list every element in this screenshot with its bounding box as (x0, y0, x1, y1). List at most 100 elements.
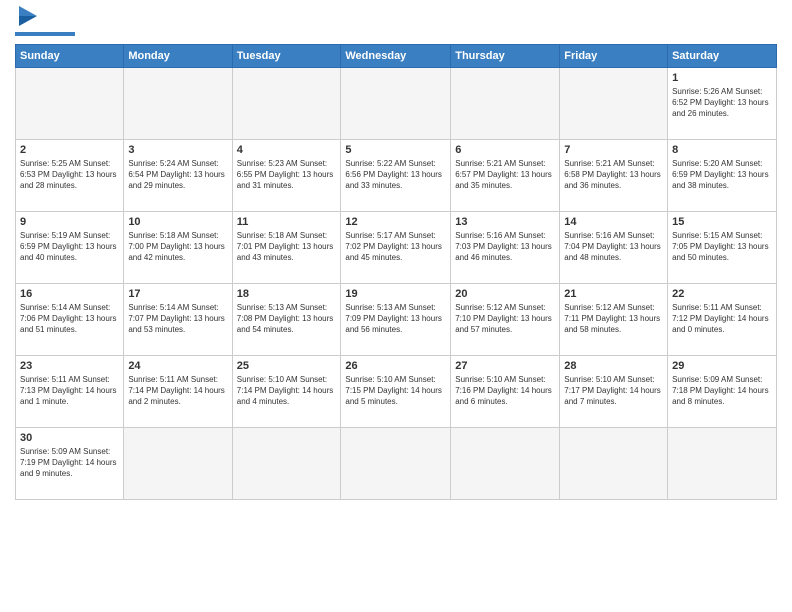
calendar-cell: 23 Sunrise: 5:11 AM Sunset: 7:13 PM Dayli… (16, 356, 124, 428)
calendar-cell: 30Sunrise: 5:09 AM Sunset: 7:19 PM Dayli… (16, 428, 124, 500)
day-info: Sunrise: 5:10 AM Sunset: 7:14 PM Dayligh… (237, 375, 337, 407)
day-number: 29 (672, 359, 772, 373)
day-number: 4 (237, 143, 337, 157)
calendar-week-4: 23 Sunrise: 5:11 AM Sunset: 7:13 PM Dayli… (16, 356, 777, 428)
calendar-header-row: SundayMondayTuesdayWednesdayThursdayFrid… (16, 45, 777, 68)
calendar-cell: 28Sunrise: 5:10 AM Sunset: 7:17 PM Dayli… (560, 356, 668, 428)
calendar-cell: 25 Sunrise: 5:10 AM Sunset: 7:14 PM Dayli… (232, 356, 341, 428)
calendar-cell: 19 Sunrise: 5:13 AM Sunset: 7:09 PM Dayli… (341, 284, 451, 356)
calendar-cell (668, 428, 777, 500)
calendar-cell (124, 428, 232, 500)
calendar-cell: 29 Sunrise: 5:09 AM Sunset: 7:18 PM Dayli… (668, 356, 777, 428)
day-number: 9 (20, 215, 119, 229)
calendar-cell: 6Sunrise: 5:21 AM Sunset: 6:57 PM Daylig… (451, 140, 560, 212)
day-number: 26 (345, 359, 446, 373)
day-number: 25 (237, 359, 337, 373)
calendar-cell: 21Sunrise: 5:12 AM Sunset: 7:11 PM Dayli… (560, 284, 668, 356)
day-info: Sunrise: 5:21 AM Sunset: 6:57 PM Dayligh… (455, 159, 555, 191)
calendar-cell (560, 428, 668, 500)
calendar-cell: 10Sunrise: 5:18 AM Sunset: 7:00 PM Dayli… (124, 212, 232, 284)
day-number: 7 (564, 143, 663, 157)
calendar-cell: 20 Sunrise: 5:12 AM Sunset: 7:10 PM Dayli… (451, 284, 560, 356)
col-header-sunday: Sunday (16, 45, 124, 68)
calendar-week-0: 1Sunrise: 5:26 AM Sunset: 6:52 PM Daylig… (16, 68, 777, 140)
day-number: 10 (128, 215, 227, 229)
calendar-cell (16, 68, 124, 140)
day-info: Sunrise: 5:24 AM Sunset: 6:54 PM Dayligh… (128, 159, 227, 191)
calendar-cell (451, 428, 560, 500)
day-info: Sunrise: 5:11 AM Sunset: 7:12 PM Dayligh… (672, 303, 772, 335)
day-number: 8 (672, 143, 772, 157)
header (15, 10, 777, 36)
logo (15, 10, 75, 36)
calendar-week-5: 30Sunrise: 5:09 AM Sunset: 7:19 PM Dayli… (16, 428, 777, 500)
day-number: 30 (20, 431, 119, 445)
calendar-cell (232, 428, 341, 500)
logo-underline (15, 32, 75, 36)
calendar-cell: 18 Sunrise: 5:13 AM Sunset: 7:08 PM Dayli… (232, 284, 341, 356)
calendar-cell: 3Sunrise: 5:24 AM Sunset: 6:54 PM Daylig… (124, 140, 232, 212)
calendar-cell: 13Sunrise: 5:16 AM Sunset: 7:03 PM Dayli… (451, 212, 560, 284)
day-info: Sunrise: 5:12 AM Sunset: 7:10 PM Dayligh… (455, 303, 555, 335)
calendar-cell: 22Sunrise: 5:11 AM Sunset: 7:12 PM Dayli… (668, 284, 777, 356)
day-info: Sunrise: 5:22 AM Sunset: 6:56 PM Dayligh… (345, 159, 446, 191)
day-info: Sunrise: 5:13 AM Sunset: 7:09 PM Dayligh… (345, 303, 446, 335)
day-info: Sunrise: 5:14 AM Sunset: 7:06 PM Dayligh… (20, 303, 119, 335)
calendar-cell: 27Sunrise: 5:10 AM Sunset: 7:16 PM Dayli… (451, 356, 560, 428)
page: SundayMondayTuesdayWednesdayThursdayFrid… (0, 0, 792, 612)
calendar-cell: 2 Sunrise: 5:25 AM Sunset: 6:53 PM Daylig… (16, 140, 124, 212)
day-info: Sunrise: 5:14 AM Sunset: 7:07 PM Dayligh… (128, 303, 227, 335)
calendar-cell: 7 Sunrise: 5:21 AM Sunset: 6:58 PM Daylig… (560, 140, 668, 212)
calendar-cell (124, 68, 232, 140)
calendar-cell (341, 428, 451, 500)
day-number: 19 (345, 287, 446, 301)
day-info: Sunrise: 5:21 AM Sunset: 6:58 PM Dayligh… (564, 159, 663, 191)
day-info: Sunrise: 5:13 AM Sunset: 7:08 PM Dayligh… (237, 303, 337, 335)
calendar-cell (232, 68, 341, 140)
calendar-cell: 5 Sunrise: 5:22 AM Sunset: 6:56 PM Daylig… (341, 140, 451, 212)
day-number: 24 (128, 359, 227, 373)
calendar-cell: 11 Sunrise: 5:18 AM Sunset: 7:01 PM Dayli… (232, 212, 341, 284)
calendar-cell: 14Sunrise: 5:16 AM Sunset: 7:04 PM Dayli… (560, 212, 668, 284)
day-number: 15 (672, 215, 772, 229)
day-number: 11 (237, 215, 337, 229)
day-number: 23 (20, 359, 119, 373)
day-info: Sunrise: 5:19 AM Sunset: 6:59 PM Dayligh… (20, 231, 119, 263)
day-info: Sunrise: 5:10 AM Sunset: 7:15 PM Dayligh… (345, 375, 446, 407)
day-info: Sunrise: 5:18 AM Sunset: 7:01 PM Dayligh… (237, 231, 337, 263)
day-number: 16 (20, 287, 119, 301)
day-info: Sunrise: 5:15 AM Sunset: 7:05 PM Dayligh… (672, 231, 772, 263)
col-header-saturday: Saturday (668, 45, 777, 68)
calendar-cell: 15 Sunrise: 5:15 AM Sunset: 7:05 PM Dayli… (668, 212, 777, 284)
col-header-tuesday: Tuesday (232, 45, 341, 68)
calendar-cell (451, 68, 560, 140)
day-number: 2 (20, 143, 119, 157)
day-number: 17 (128, 287, 227, 301)
calendar-cell: 24Sunrise: 5:11 AM Sunset: 7:14 PM Dayli… (124, 356, 232, 428)
day-number: 28 (564, 359, 663, 373)
col-header-thursday: Thursday (451, 45, 560, 68)
col-header-wednesday: Wednesday (341, 45, 451, 68)
day-info: Sunrise: 5:11 AM Sunset: 7:13 PM Dayligh… (20, 375, 119, 407)
day-info: Sunrise: 5:16 AM Sunset: 7:04 PM Dayligh… (564, 231, 663, 263)
day-number: 18 (237, 287, 337, 301)
calendar-week-2: 9 Sunrise: 5:19 AM Sunset: 6:59 PM Daylig… (16, 212, 777, 284)
day-number: 21 (564, 287, 663, 301)
calendar-week-1: 2 Sunrise: 5:25 AM Sunset: 6:53 PM Daylig… (16, 140, 777, 212)
day-number: 5 (345, 143, 446, 157)
day-info: Sunrise: 5:17 AM Sunset: 7:02 PM Dayligh… (345, 231, 446, 263)
calendar-cell: 9 Sunrise: 5:19 AM Sunset: 6:59 PM Daylig… (16, 212, 124, 284)
calendar-cell: 16 Sunrise: 5:14 AM Sunset: 7:06 PM Dayli… (16, 284, 124, 356)
day-info: Sunrise: 5:25 AM Sunset: 6:53 PM Dayligh… (20, 159, 119, 191)
calendar-week-3: 16 Sunrise: 5:14 AM Sunset: 7:06 PM Dayli… (16, 284, 777, 356)
calendar-cell: 1Sunrise: 5:26 AM Sunset: 6:52 PM Daylig… (668, 68, 777, 140)
calendar-cell: 8Sunrise: 5:20 AM Sunset: 6:59 PM Daylig… (668, 140, 777, 212)
day-number: 20 (455, 287, 555, 301)
day-number: 27 (455, 359, 555, 373)
day-info: Sunrise: 5:09 AM Sunset: 7:18 PM Dayligh… (672, 375, 772, 407)
col-header-monday: Monday (124, 45, 232, 68)
calendar: SundayMondayTuesdayWednesdayThursdayFrid… (15, 44, 777, 500)
calendar-cell (560, 68, 668, 140)
calendar-cell: 12Sunrise: 5:17 AM Sunset: 7:02 PM Dayli… (341, 212, 451, 284)
calendar-cell: 4Sunrise: 5:23 AM Sunset: 6:55 PM Daylig… (232, 140, 341, 212)
